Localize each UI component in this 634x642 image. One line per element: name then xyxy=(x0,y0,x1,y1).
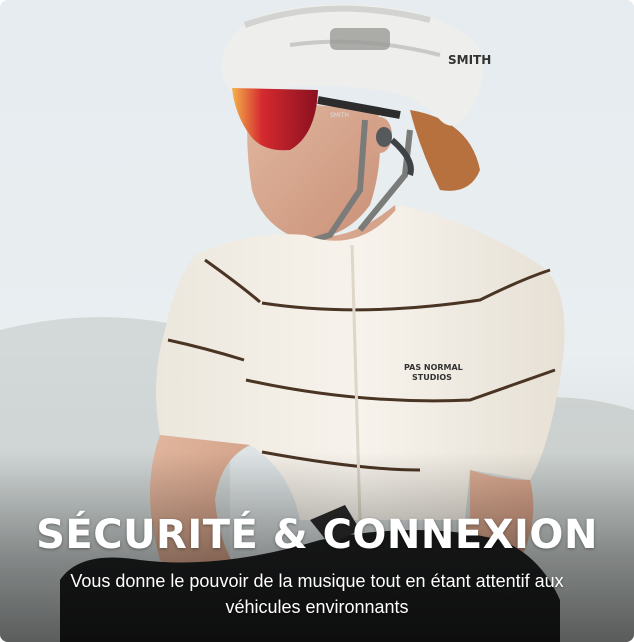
glasses-brand: SMITH xyxy=(330,112,349,119)
jersey-brand-line1: PAS NORMAL xyxy=(404,363,463,372)
product-banner: SMITH SMITH PAS NORMAL STUDIOS SÉCURITÉ … xyxy=(0,0,634,642)
banner-headline: SÉCURITÉ & CONNEXION xyxy=(36,512,598,558)
jersey-brand-line2: STUDIOS xyxy=(412,373,452,382)
banner-subline: Vous donne le pouvoir de la musique tout… xyxy=(70,571,564,617)
helmet-brand: SMITH xyxy=(448,53,491,67)
